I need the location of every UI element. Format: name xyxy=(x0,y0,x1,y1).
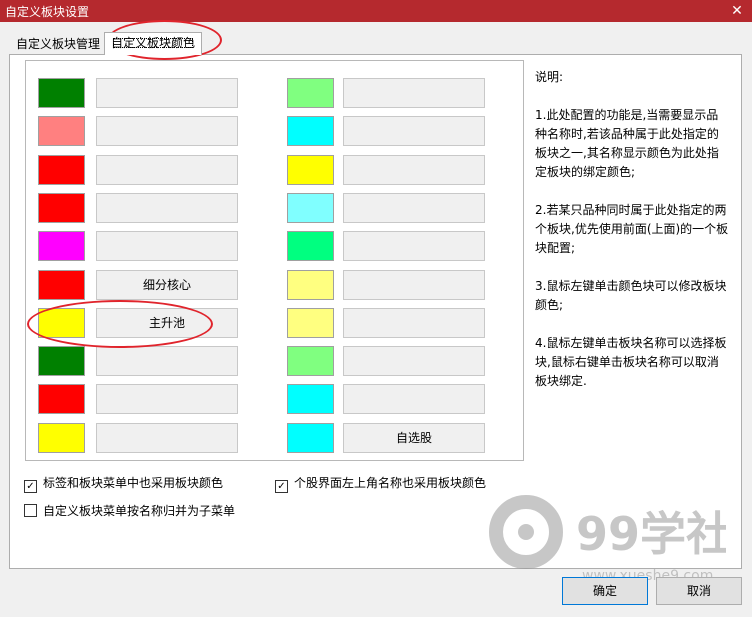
color-swatch-left-5[interactable] xyxy=(38,231,85,261)
block-name-left-5[interactable] xyxy=(96,231,238,261)
ok-button[interactable]: 确定 xyxy=(562,577,648,605)
watermark-logo: 99学社 www.xueshe9.com xyxy=(489,495,726,584)
option-label: 个股界面左上角名称也采用板块颜色 xyxy=(294,476,487,490)
color-swatch-left-3[interactable] xyxy=(38,155,85,185)
block-name-left-8[interactable] xyxy=(96,346,238,376)
window-title: 自定义板块设置 xyxy=(5,5,90,19)
color-swatch-left-4[interactable] xyxy=(38,193,85,223)
block-name-right-9[interactable] xyxy=(343,384,485,414)
block-name-left-2[interactable] xyxy=(96,116,238,146)
tab-block-color-label: 自定义板块颜色 xyxy=(111,36,196,50)
color-swatch-left-7[interactable] xyxy=(38,308,85,338)
block-name-left-7[interactable]: 主升池 xyxy=(96,308,238,338)
title-bar: 自定义板块设置 ✕ xyxy=(0,0,752,22)
watermark-pin-dot xyxy=(518,524,534,540)
block-name-right-3[interactable] xyxy=(343,155,485,185)
block-name-right-5[interactable] xyxy=(343,231,485,261)
option-tab-menu-color[interactable]: ✓ 标签和板块菜单中也采用板块颜色 xyxy=(24,475,224,493)
color-swatch-right-10[interactable] xyxy=(287,423,334,453)
color-swatch-right-2[interactable] xyxy=(287,116,334,146)
instruction-2: 2.若某只品种同时属于此处指定的两个板块,优先使用前面(上面)的一个板块配置; xyxy=(535,203,729,255)
checkbox-checked-icon[interactable]: ✓ xyxy=(24,480,37,493)
color-swatch-right-5[interactable] xyxy=(287,231,334,261)
color-swatch-left-1[interactable] xyxy=(38,78,85,108)
color-swatch-right-7[interactable] xyxy=(287,308,334,338)
block-name-right-8[interactable] xyxy=(343,346,485,376)
block-name-left-3[interactable] xyxy=(96,155,238,185)
watermark-brand: 99学社 xyxy=(576,507,726,561)
block-name-right-6[interactable] xyxy=(343,270,485,300)
block-name-left-10[interactable] xyxy=(96,423,238,453)
block-name-right-7[interactable] xyxy=(343,308,485,338)
option-submenu-merge[interactable]: 自定义板块菜单按名称归并为子菜单 xyxy=(24,503,235,519)
color-swatch-left-8[interactable] xyxy=(38,346,85,376)
instruction-1: 1.此处配置的功能是,当需要显示品种名称时,若该品种属于此处指定的板块之一,其名… xyxy=(535,108,719,179)
block-name-right-10[interactable]: 自选股 xyxy=(343,423,485,453)
color-swatch-right-6[interactable] xyxy=(287,270,334,300)
checkbox-checked-icon[interactable]: ✓ xyxy=(275,480,288,493)
instructions-panel: 说明: 1.此处配置的功能是,当需要显示品种名称时,若该品种属于此处指定的板块之… xyxy=(535,68,730,410)
option-label: 标签和板块菜单中也采用板块颜色 xyxy=(43,476,224,490)
color-swatch-left-10[interactable] xyxy=(38,423,85,453)
close-icon[interactable]: ✕ xyxy=(722,0,752,22)
block-name-left-9[interactable] xyxy=(96,384,238,414)
instruction-3: 3.鼠标左键单击颜色块可以修改板块颜色; xyxy=(535,279,727,312)
option-stock-title-color[interactable]: ✓ 个股界面左上角名称也采用板块颜色 xyxy=(275,475,487,493)
tab-block-management[interactable]: 自定义板块管理 xyxy=(12,34,104,54)
instruction-4: 4.鼠标左键单击板块名称可以选择板块,鼠标右键单击板块名称可以取消板块绑定. xyxy=(535,336,727,388)
color-swatch-right-8[interactable] xyxy=(287,346,334,376)
color-swatch-right-1[interactable] xyxy=(287,78,334,108)
block-name-right-4[interactable] xyxy=(343,193,485,223)
color-swatch-right-9[interactable] xyxy=(287,384,334,414)
block-name-right-2[interactable] xyxy=(343,116,485,146)
cancel-button[interactable]: 取消 xyxy=(656,577,742,605)
option-label: 自定义板块菜单按名称归并为子菜单 xyxy=(43,504,236,518)
color-swatch-left-9[interactable] xyxy=(38,384,85,414)
checkbox-unchecked-icon[interactable] xyxy=(24,504,37,517)
tab-block-color[interactable]: 自定义板块颜色 xyxy=(104,32,203,55)
color-swatch-right-3[interactable] xyxy=(287,155,334,185)
block-name-left-4[interactable] xyxy=(96,193,238,223)
block-name-right-1[interactable] xyxy=(343,78,485,108)
color-swatch-left-6[interactable] xyxy=(38,270,85,300)
color-swatch-left-2[interactable] xyxy=(38,116,85,146)
block-name-left-1[interactable] xyxy=(96,78,238,108)
color-swatch-right-4[interactable] xyxy=(287,193,334,223)
instructions-heading: 说明: xyxy=(535,70,564,84)
block-name-left-6[interactable]: 细分核心 xyxy=(96,270,238,300)
